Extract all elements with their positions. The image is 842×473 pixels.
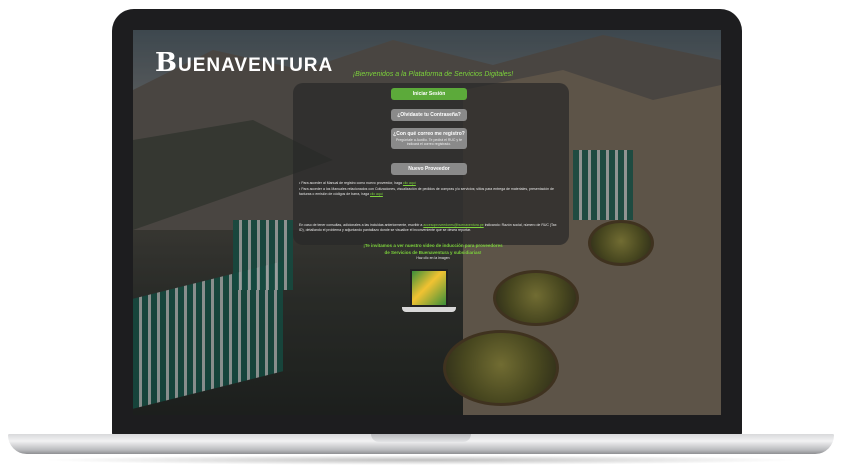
video-thumbnail[interactable] <box>402 269 456 313</box>
brand-logo: BUENAVENTURA <box>155 48 333 78</box>
video-promo: ¡Te invitamos a ver nuestro video de ind… <box>333 242 533 256</box>
promo-line-2: de Servicios de Buenaventura y subsidiar… <box>384 250 482 255</box>
which-email-button[interactable]: ¿Con qué correo me registro? Pregúntale … <box>391 128 467 149</box>
which-email-label: ¿Con qué correo me registro? <box>393 131 465 137</box>
forgot-password-label: ¿Olvidaste tu Contraseña? <box>397 112 461 118</box>
new-supplier-label: Nuevo Proveedor <box>408 166 450 172</box>
promo-line-1: ¡Te invitamos a ver nuestro video de ind… <box>363 243 503 248</box>
manual-register-link[interactable]: clic aquí <box>403 181 416 185</box>
video-thumbnail-screen <box>410 269 448 307</box>
logo-initial: B <box>155 48 178 78</box>
forgot-password-button[interactable]: ¿Olvidaste tu Contraseña? <box>391 109 467 121</box>
click-image-hint: Haz clic en la imagen <box>416 256 450 260</box>
manual-links: • Para acceder al Manual de registro com… <box>299 181 561 198</box>
welcome-title: ¡Bienvenidos a la Plataforma de Servicio… <box>352 71 514 78</box>
support-note: En caso de tener consultas, adicionales … <box>299 223 557 232</box>
login-button[interactable]: Iniciar Sesión <box>391 88 467 100</box>
login-button-label: Iniciar Sesión <box>412 91 446 97</box>
video-thumbnail-base <box>402 307 456 312</box>
manual-quotes-link[interactable]: clic aquí <box>370 192 383 196</box>
laptop-notch <box>371 434 471 442</box>
which-email-sub: Pregúntale a Auxilio. Te pedirá el RUC y… <box>395 138 463 146</box>
laptop-shadow <box>40 455 802 465</box>
logo-text: UENAVENTURA <box>177 55 334 76</box>
new-supplier-button[interactable]: Nuevo Proveedor <box>391 163 467 175</box>
support-email-link[interactable]: accesoproveedores@buenaventura.pe <box>423 223 483 227</box>
laptop-screen: BUENAVENTURA ¡Bienvenidos a la Plataform… <box>133 30 721 415</box>
list-item: • Para acceder al Manual de registro com… <box>299 181 416 185</box>
list-item: • Para acceder a los Manuales relacionad… <box>299 187 554 196</box>
